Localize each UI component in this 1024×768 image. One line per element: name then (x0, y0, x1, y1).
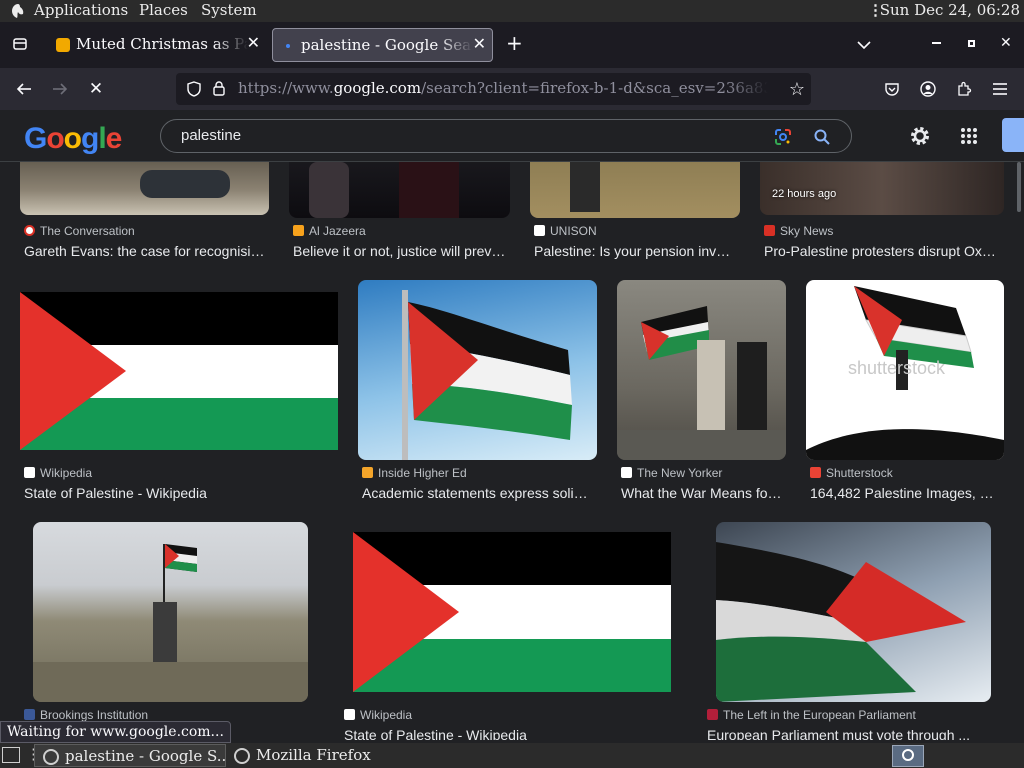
result-source[interactable]: The Left in the European Parliament (707, 708, 916, 722)
show-desktop-icon[interactable] (2, 747, 20, 763)
result-thumbnail[interactable] (289, 162, 510, 218)
flag-sky-thumbnail[interactable] (716, 522, 991, 702)
palestine-flag-thumbnail[interactable] (353, 532, 671, 692)
gnome-taskbar: ⋮ palestine - Google S... Mozilla Firefo… (0, 743, 1024, 768)
result-source[interactable]: Inside Higher Ed (362, 466, 467, 480)
image-results: The Conversation Gareth Evans: the case … (0, 162, 1024, 740)
result-source[interactable]: Al Jazeera (293, 224, 366, 238)
result-source[interactable]: Wikipedia (344, 708, 412, 722)
scrollbar-thumb[interactable] (1017, 162, 1021, 212)
result-title[interactable]: Pro-Palestine protesters disrupt Oxford.… (764, 243, 998, 259)
gnome-top-panel: Applications Places System ⋮ Sun Dec 24,… (0, 0, 1024, 22)
tab-close-icon[interactable]: ✕ (473, 34, 486, 53)
result-title[interactable]: 164,482 Palestine Images, Stock... (810, 485, 1002, 501)
status-bar: Waiting for www.google.com... (0, 721, 231, 743)
maximize-icon[interactable] (968, 40, 975, 47)
result-thumbnail[interactable] (530, 162, 740, 218)
navigation-toolbar: ✕ https://www.google.com/search?client=f… (0, 68, 1024, 110)
flag-on-hill-thumbnail[interactable] (33, 522, 308, 702)
time-badge: 22 hours ago (772, 188, 837, 200)
result-title[interactable]: State of Palestine - Wikipedia (344, 727, 674, 740)
applications-menu[interactable]: Applications (34, 1, 128, 19)
minimize-icon[interactable] (932, 42, 941, 44)
shutterstock-thumbnail[interactable]: shutterstock (806, 280, 1004, 460)
lock-icon[interactable] (212, 80, 226, 101)
result-source[interactable]: The Conversation (24, 224, 135, 238)
shield-icon[interactable] (186, 81, 202, 101)
waving-flag-thumbnail[interactable] (358, 280, 597, 460)
search-icon[interactable] (813, 128, 831, 150)
settings-gear-icon[interactable] (908, 124, 932, 152)
tab-favicon-icon (56, 38, 70, 52)
result-title[interactable]: Academic statements express solidarity..… (362, 485, 594, 501)
tab-title: Muted Christmas as Palestinians (76, 35, 248, 53)
tab-muted-christmas[interactable]: Muted Christmas as Palestinians ✕ (48, 28, 266, 62)
result-source[interactable]: Shutterstock (810, 466, 893, 480)
tab-google-search[interactable]: palestine - Google Search ✕ (272, 28, 493, 62)
result-title[interactable]: Palestine: Is your pension invested... (534, 243, 734, 259)
forward-icon[interactable] (46, 76, 74, 102)
back-icon[interactable] (10, 76, 38, 102)
protest-thumbnail[interactable] (617, 280, 786, 460)
result-source[interactable]: Brookings Institution (24, 708, 148, 722)
tab-manager-icon[interactable] (12, 36, 28, 56)
google-logo[interactable]: Google (24, 122, 122, 156)
tab-title: palestine - Google Search (301, 36, 473, 54)
result-title[interactable]: Believe it or not, justice will prevail.… (293, 243, 510, 259)
extensions-icon[interactable] (950, 76, 978, 102)
tab-bar: Muted Christmas as Palestinians ✕ palest… (0, 22, 1024, 68)
list-all-tabs-chevron-down-icon[interactable] (856, 36, 872, 55)
result-thumbnail[interactable]: 22 hours ago (760, 162, 1004, 215)
taskbar-item-firefox[interactable]: Mozilla Firefox (226, 744, 426, 767)
menu-icon[interactable] (986, 76, 1014, 102)
tab-loading-icon (281, 39, 295, 53)
new-tab-icon[interactable]: + (506, 31, 523, 55)
account-icon[interactable] (914, 76, 942, 102)
watermark: shutterstock (848, 358, 946, 378)
tab-close-icon[interactable]: ✕ (247, 33, 260, 52)
result-title[interactable]: European Parliament must vote through ..… (707, 727, 997, 740)
hand-cursor-icon: ☝ (154, 375, 164, 393)
palestine-flag-thumbnail[interactable] (20, 292, 338, 450)
firefox-icon (234, 748, 250, 764)
result-source[interactable]: UNISON (534, 224, 597, 238)
google-lens-icon[interactable] (773, 127, 793, 151)
search-input[interactable] (181, 127, 741, 144)
url-text[interactable]: https://www.google.com/search?client=fir… (238, 79, 768, 97)
workspace-switcher[interactable] (892, 745, 924, 767)
result-title[interactable]: What the War Means for... (621, 485, 783, 501)
result-source[interactable]: Wikipedia (24, 466, 92, 480)
google-search-box[interactable] (160, 119, 852, 153)
taskbar-item-google-search[interactable]: palestine - Google S... (34, 744, 226, 767)
system-menu[interactable]: System (201, 1, 257, 19)
pocket-icon[interactable] (878, 76, 906, 102)
google-apps-icon[interactable] (960, 127, 978, 149)
close-window-icon[interactable]: ✕ (1000, 35, 1012, 51)
result-source[interactable]: Sky News (764, 224, 833, 238)
result-source[interactable]: The New Yorker (621, 466, 722, 480)
clock[interactable]: Sun Dec 24, 06:28 (880, 1, 1020, 19)
sign-in-button[interactable] (1002, 118, 1024, 152)
firefox-icon (43, 749, 59, 765)
result-title[interactable]: Gareth Evans: the case for recognising..… (24, 243, 266, 259)
stop-icon[interactable]: ✕ (82, 76, 110, 102)
places-menu[interactable]: Places (139, 1, 188, 19)
result-title[interactable]: State of Palestine - Wikipedia (24, 485, 339, 501)
url-bar[interactable]: https://www.google.com/search?client=fir… (176, 73, 811, 105)
result-thumbnail[interactable] (20, 162, 269, 215)
firefox-icon (902, 749, 914, 761)
bookmark-star-icon[interactable]: ☆ (789, 79, 805, 100)
google-header: Google (0, 110, 1024, 162)
